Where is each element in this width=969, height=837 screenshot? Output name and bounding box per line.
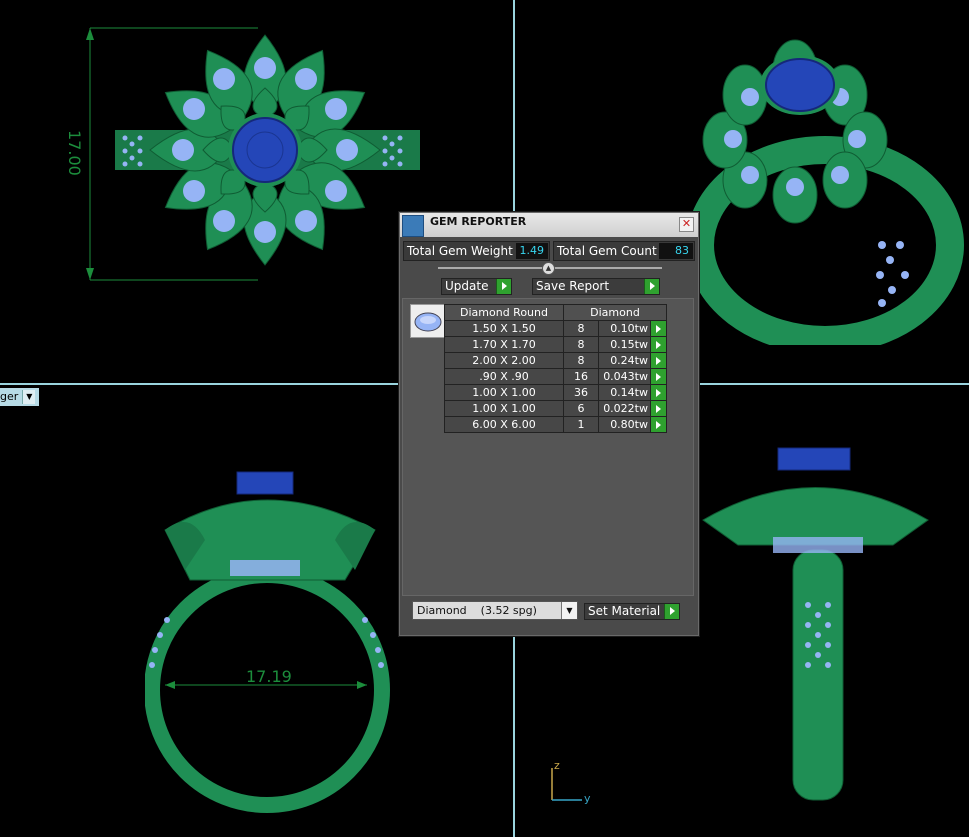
gem-size: .90 X .90 <box>444 368 564 385</box>
row-arrow-icon[interactable] <box>650 320 667 337</box>
table-row[interactable]: 1.00 X 1.00 36 0.14tw <box>444 384 667 401</box>
gem-weight: 0.022tw <box>598 400 651 417</box>
row-arrow-icon[interactable] <box>650 384 667 401</box>
gem-count: 36 <box>563 384 599 401</box>
side-view-ring <box>702 447 929 801</box>
total-gem-weight-value: 1.49 <box>516 243 548 259</box>
row-arrow-icon[interactable] <box>650 352 667 369</box>
gem-weight: 0.24tw <box>598 352 651 369</box>
gem-weight: 0.15tw <box>598 336 651 353</box>
update-button-label: Update <box>445 279 489 293</box>
gem-count: 8 <box>563 320 599 337</box>
header-shape: Diamond Round <box>444 304 564 321</box>
gem-count: 1 <box>563 416 599 433</box>
panel-titlebar[interactable]: GEM REPORTER ✕ <box>400 213 698 237</box>
gem-weight: 0.043tw <box>598 368 651 385</box>
view-label-text: ger <box>0 390 19 403</box>
gem-size: 1.00 X 1.00 <box>444 400 564 417</box>
save-report-button-label: Save Report <box>536 279 610 293</box>
view-label-dropdown[interactable]: ger ▼ <box>0 388 40 406</box>
dimension-label-top: 17.00 <box>65 130 84 176</box>
axis-y-label: y <box>584 792 591 804</box>
dimension-label-bottom: 17.19 <box>246 667 292 686</box>
table-row[interactable]: 6.00 X 6.00 1 0.80tw <box>444 416 667 433</box>
row-arrow-icon[interactable] <box>650 400 667 417</box>
perspective-view-ring <box>686 39 964 345</box>
panel-title: GEM REPORTER <box>430 215 527 228</box>
total-gem-weight-label: Total Gem Weight <box>407 244 513 258</box>
axis-z-label: z <box>554 760 560 772</box>
row-arrow-icon[interactable] <box>650 368 667 385</box>
table-row[interactable]: .90 X .90 16 0.043tw <box>444 368 667 385</box>
table-row[interactable]: 1.70 X 1.70 8 0.15tw <box>444 336 667 353</box>
play-arrow-icon[interactable] <box>496 279 511 294</box>
row-arrow-icon[interactable] <box>650 336 667 353</box>
material-select[interactable]: Diamond (3.52 spg) ▼ <box>412 601 578 620</box>
gem-count: 8 <box>563 336 599 353</box>
gem-count: 8 <box>563 352 599 369</box>
table-row[interactable]: 1.50 X 1.50 8 0.10tw <box>444 320 667 337</box>
total-gem-count-label: Total Gem Count <box>557 244 657 258</box>
axis-gizmo-icon: z y <box>551 760 591 804</box>
gem-weight: 0.14tw <box>598 384 651 401</box>
round-diamond-icon[interactable] <box>410 304 446 338</box>
material-select-value: Diamond (3.52 spg) <box>417 604 537 617</box>
total-gem-weight-field: Total Gem Weight 1.49 <box>403 241 550 261</box>
gem-size: 1.50 X 1.50 <box>444 320 564 337</box>
play-arrow-icon[interactable] <box>644 279 659 294</box>
play-arrow-icon[interactable] <box>664 604 679 619</box>
gem-count: 6 <box>563 400 599 417</box>
gem-reporter-app-icon <box>402 215 424 237</box>
gem-weight: 0.80tw <box>598 416 651 433</box>
table-row[interactable]: 2.00 X 2.00 8 0.24tw <box>444 352 667 369</box>
close-icon[interactable]: ✕ <box>679 217 694 232</box>
chevron-down-icon[interactable]: ▼ <box>22 390 36 404</box>
total-gem-count-value: 83 <box>659 243 693 259</box>
gem-table-header: Diamond Round Diamond <box>444 304 667 321</box>
set-material-button[interactable]: Set Material <box>584 603 680 620</box>
slider-handle-icon[interactable]: ▲ <box>542 262 555 275</box>
total-gem-count-field: Total Gem Count 83 <box>553 241 695 261</box>
front-view-ring <box>145 471 390 813</box>
save-report-button[interactable]: Save Report <box>532 278 660 295</box>
gem-size: 6.00 X 6.00 <box>444 416 564 433</box>
gem-count: 16 <box>563 368 599 385</box>
gem-size: 1.00 X 1.00 <box>444 384 564 401</box>
gem-weight: 0.10tw <box>598 320 651 337</box>
gem-size: 2.00 X 2.00 <box>444 352 564 369</box>
chevron-down-icon[interactable]: ▼ <box>561 602 577 619</box>
header-material: Diamond <box>563 304 667 321</box>
table-row[interactable]: 1.00 X 1.00 6 0.022tw <box>444 400 667 417</box>
row-arrow-icon[interactable] <box>650 416 667 433</box>
update-button[interactable]: Update <box>441 278 512 295</box>
top-view-ring <box>86 27 420 281</box>
gem-size: 1.70 X 1.70 <box>444 336 564 353</box>
gem-table: Diamond Round Diamond 1.50 X 1.50 8 0.10… <box>444 304 667 433</box>
set-material-button-label: Set Material <box>588 604 661 618</box>
